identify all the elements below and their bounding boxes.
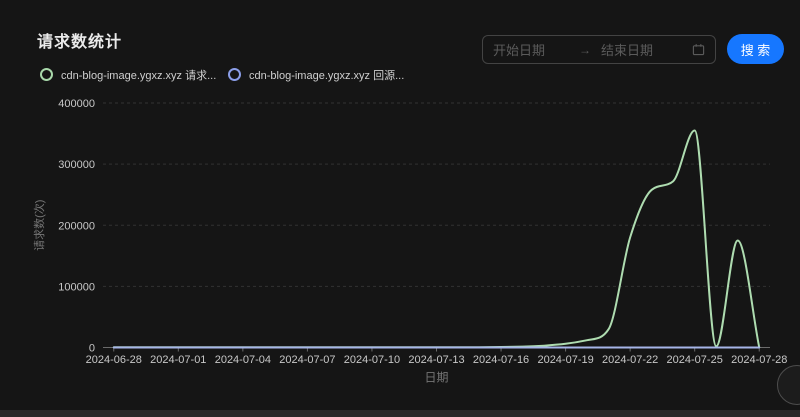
x-tick-label: 2024-07-07	[279, 354, 335, 366]
x-tick-label: 2024-07-10	[344, 354, 400, 366]
x-tick-label: 2024-07-25	[667, 354, 723, 366]
y-tick-label: 400000	[58, 98, 95, 110]
x-tick-label: 2024-07-16	[473, 354, 529, 366]
series-line-0	[114, 131, 759, 348]
x-tick-label: 2024-07-19	[537, 354, 593, 366]
y-tick-label: 100000	[58, 281, 95, 293]
x-tick-label: 2024-07-04	[215, 354, 271, 366]
x-axis-name: 日期	[424, 371, 448, 385]
x-tick-label: 2024-06-28	[86, 354, 142, 366]
x-tick-label: 2024-07-13	[408, 354, 464, 366]
y-tick-label: 0	[89, 343, 95, 355]
requests-line-chart: 0 100000 200000 300000 400000 2024-06-28 2024-…	[0, 0, 800, 417]
x-tick-label: 2024-07-28	[731, 354, 787, 366]
x-tick-label: 2024-07-01	[150, 354, 206, 366]
window-edge	[0, 410, 800, 417]
y-axis-name: 请求数(次)	[32, 200, 46, 251]
y-tick-label: 300000	[58, 159, 95, 171]
x-tick-label: 2024-07-22	[602, 354, 658, 366]
y-tick-label: 200000	[58, 220, 95, 232]
